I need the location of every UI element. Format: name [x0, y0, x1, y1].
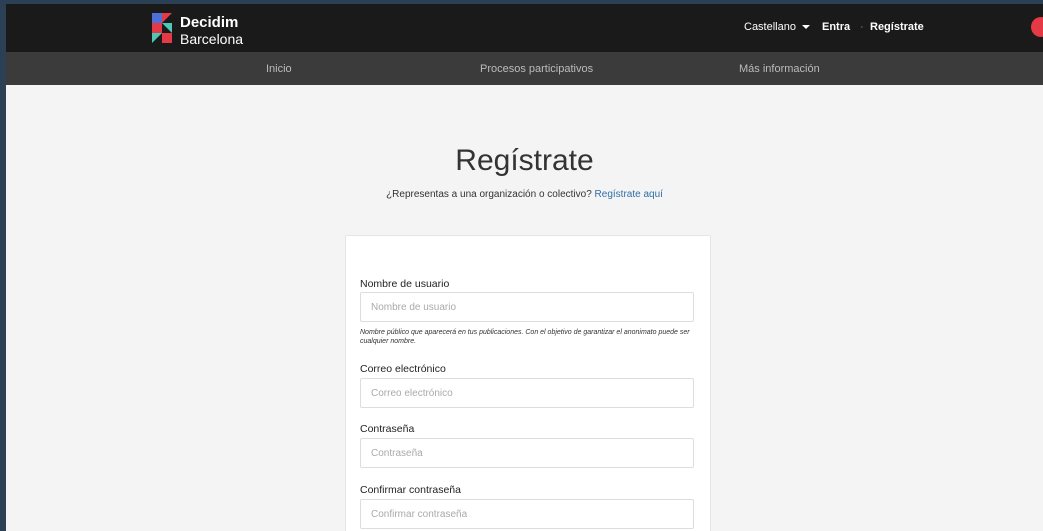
signup-link[interactable]: Regístrate	[870, 21, 924, 33]
caret-down-icon	[801, 25, 810, 30]
password-confirmation-label: Confirmar contraseña	[360, 484, 461, 496]
login-link[interactable]: Entra	[822, 21, 850, 33]
organization-signup-link[interactable]: Regístrate aquí	[595, 189, 663, 200]
brand-name[interactable]: Decidim Barcelona	[180, 15, 243, 46]
barcelona-city-icon[interactable]	[1031, 17, 1043, 37]
brand-line-2: Barcelona	[180, 31, 244, 47]
username-input[interactable]	[360, 292, 694, 322]
email-input[interactable]	[360, 378, 694, 408]
language-selector[interactable]: Castellano	[744, 21, 810, 33]
email-label: Correo electrónico	[360, 363, 446, 375]
page-title: Regístrate	[455, 144, 594, 177]
username-help-text: Nombre público que aparecerá en tus publ…	[360, 329, 690, 346]
language-label: Castellano	[744, 21, 796, 33]
password-confirmation-input[interactable]	[360, 499, 694, 529]
header-separator: ·	[860, 21, 864, 33]
subtitle-text: ¿Representas a una organización o colect…	[386, 189, 592, 200]
main-navigation: Inicio Procesos participativos Más infor…	[6, 52, 1043, 85]
nav-item-procesos[interactable]: Procesos participativos	[480, 63, 593, 75]
nav-item-mas-informacion[interactable]: Más información	[739, 63, 820, 75]
browser-viewport: Decidim Barcelona Castellano Entra · Reg…	[6, 4, 1043, 531]
subtitle: ¿Representas a una organización o colect…	[6, 189, 1043, 200]
password-input[interactable]	[360, 438, 694, 468]
brand-line-1: Decidim	[180, 14, 239, 31]
nav-item-inicio[interactable]: Inicio	[266, 63, 292, 75]
username-label: Nombre de usuario	[360, 278, 450, 290]
decidim-logo-icon[interactable]	[152, 13, 172, 43]
password-label: Contraseña	[360, 423, 415, 435]
top-bar: Decidim Barcelona Castellano Entra · Reg…	[6, 4, 1043, 52]
signup-form: Nombre de usuario Nombre público que apa…	[345, 235, 711, 531]
